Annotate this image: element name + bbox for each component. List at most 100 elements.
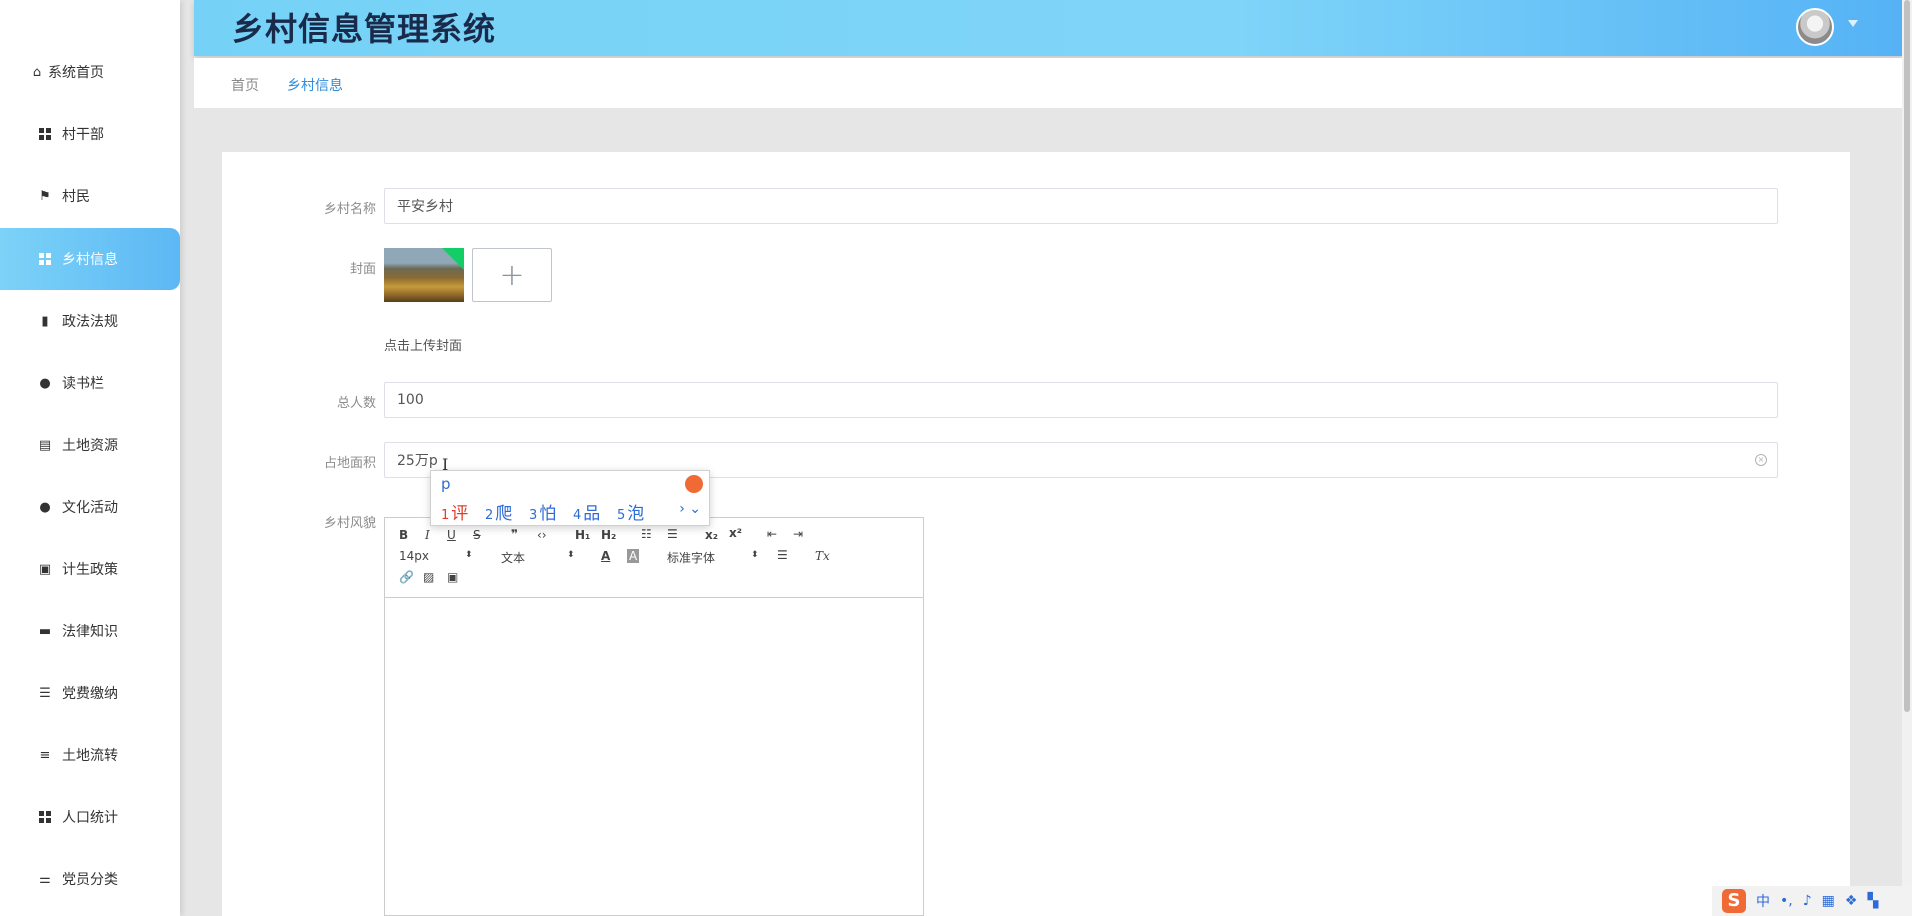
ime-candidate[interactable]: 1评 (441, 499, 468, 524)
sidebar-item-label: 法律知识 (62, 624, 118, 640)
grid-icon (38, 810, 52, 824)
rich-text-editor[interactable]: B I U S ❞ ‹› H₁ H₂ ☷ ☰ x₂ x² ⇤ ⇥ 14px ⬍ … (384, 517, 924, 916)
sidebar-item-regulations[interactable]: ▮ 政法法规 (0, 290, 180, 352)
paragraph-select[interactable]: 文本 ⬍ (501, 549, 577, 566)
village-name-input[interactable]: 平安乡村 (384, 188, 1778, 224)
sidebar-item-cadres[interactable]: 村干部 (0, 103, 180, 165)
subscript-icon[interactable]: x₂ (705, 528, 718, 542)
sidebar-item-village-info[interactable]: 乡村信息 (0, 228, 180, 290)
sidebar-item-party-members[interactable]: ⚌ 党员分类 (0, 848, 180, 910)
clear-icon[interactable]: × (1755, 454, 1767, 466)
ime-input-text: p (441, 475, 451, 493)
bar-chart-icon: ▮ (41, 313, 49, 329)
sidebar-item-culture[interactable]: ● 文化活动 (0, 476, 180, 538)
ime-candidate[interactable]: 3怕 (529, 499, 556, 524)
menu-icon: ≡ (39, 747, 51, 763)
home-icon: ⌂ (32, 64, 42, 80)
form-card: 乡村名称 平安乡村 封面 + 点击上传封面 总人数 100 占地面积 25万p … (222, 152, 1850, 916)
sidebar-item-villagers[interactable]: ⚑ 村民 (0, 165, 180, 227)
sidebar: ⌂ 系统首页 村干部 ⚑ 村民 乡村信息 ▮ 政法法规 ● 读书栏 ▤ 土地资源… (0, 0, 180, 916)
font-size-value: 14px (399, 549, 429, 563)
select-arrows-icon: ⬍ (751, 550, 759, 560)
sogou-logo-icon[interactable]: S (1722, 889, 1746, 913)
sidebar-item-label: 土地流转 (62, 748, 118, 764)
heading1-icon[interactable]: H₁ (575, 528, 590, 542)
bullet-list-icon[interactable]: ☰ (667, 527, 678, 541)
name-label: 乡村名称 (323, 202, 376, 217)
indent-icon[interactable]: ⇥ (793, 527, 803, 541)
sidebar-item-home[interactable]: ⌂ 系统首页 (0, 41, 180, 103)
chevron-down-icon[interactable] (1848, 20, 1858, 27)
population-value: 100 (397, 392, 424, 408)
align-icon[interactable]: ☰ (777, 548, 788, 562)
sidebar-item-family-planning[interactable]: ▣ 计生政策 (0, 538, 180, 600)
blockquote-icon[interactable]: ❞ (511, 527, 518, 541)
sidebar-item-party-fees[interactable]: ☰ 党费缴纳 (0, 662, 180, 724)
ime-candidate[interactable]: 5泡 (617, 499, 644, 524)
sidebar-item-label: 土地资源 (62, 438, 118, 454)
underline-icon[interactable]: U (447, 528, 456, 542)
check-corner-icon (442, 248, 464, 270)
location-pin-icon: ● (39, 499, 51, 515)
population-label: 总人数 (336, 396, 376, 411)
skin-icon[interactable]: ❖ (1845, 893, 1858, 909)
area-value: 25万p (397, 453, 438, 469)
line-chart-icon: ▣ (38, 561, 52, 577)
toolbox-icon[interactable]: ▚ (1867, 893, 1878, 909)
sidebar-item-label: 系统首页 (48, 65, 104, 81)
upload-button[interactable]: + (472, 248, 552, 302)
ordered-list-icon[interactable]: ☷ (641, 527, 652, 541)
page-scrollbar[interactable] (1902, 0, 1912, 916)
sidebar-item-reading[interactable]: ● 读书栏 (0, 352, 180, 414)
sidebar-item-population[interactable]: 人口统计 (0, 786, 180, 848)
clear-format-icon[interactable]: Tx (815, 549, 830, 563)
sidebar-item-land-transfer[interactable]: ≡ 土地流转 (0, 724, 180, 786)
keyboard-icon[interactable]: ▦ (1822, 893, 1835, 909)
sliders-icon: ⚌ (39, 871, 51, 887)
grid-icon (38, 252, 52, 266)
sidebar-item-land-resources[interactable]: ▤ 土地资源 (0, 414, 180, 476)
bold-icon[interactable]: B (399, 528, 408, 542)
image-icon[interactable]: ▨ (423, 570, 434, 584)
strikethrough-icon[interactable]: S (473, 528, 481, 542)
ime-candidate[interactable]: 4品 (573, 499, 600, 524)
sidebar-item-label: 文化活动 (62, 500, 118, 516)
font-family-select[interactable]: 标准字体 ⬍ (667, 549, 761, 566)
editor-toolbar: B I U S ❞ ‹› H₁ H₂ ☷ ☰ x₂ x² ⇤ ⇥ 14px ⬍ … (385, 518, 923, 598)
sidebar-item-label: 计生政策 (62, 562, 118, 578)
video-icon[interactable]: ▣ (447, 570, 458, 584)
sidebar-item-label: 乡村信息 (62, 252, 118, 268)
avatar[interactable] (1796, 8, 1834, 46)
outdent-icon[interactable]: ⇤ (767, 527, 777, 541)
sidebar-item-label: 党员分类 (62, 872, 118, 888)
area-label: 占地面积 (323, 456, 376, 471)
link-icon[interactable]: 🔗 (399, 570, 414, 584)
background-color-icon[interactable]: A (627, 549, 640, 563)
ime-candidate[interactable]: 2爬 (485, 499, 512, 524)
population-input[interactable]: 100 (384, 382, 1778, 418)
flag-icon: ⚑ (39, 188, 51, 204)
clipboard-icon: ▤ (38, 437, 52, 453)
italic-icon[interactable]: I (425, 528, 430, 542)
superscript-icon[interactable]: x² (729, 526, 742, 540)
sidebar-item-label: 读书栏 (62, 376, 104, 392)
language-toggle[interactable]: 中 (1756, 891, 1770, 911)
breadcrumb-current: 乡村信息 (287, 78, 343, 94)
list-icon: ☰ (39, 685, 51, 701)
cover-image[interactable] (384, 248, 464, 302)
heading2-icon[interactable]: H₂ (601, 528, 616, 542)
font-size-select[interactable]: 14px ⬍ (399, 549, 475, 563)
font-color-icon[interactable]: A (601, 549, 610, 563)
scrollbar-thumb[interactable] (1904, 0, 1910, 712)
font-family-value: 标准字体 (667, 551, 716, 565)
ime-next-page-icon[interactable]: › ⌄ (679, 501, 701, 517)
select-arrows-icon: ⬍ (465, 550, 473, 560)
breadcrumb-home[interactable]: 首页 (231, 75, 259, 95)
plus-icon: + (499, 257, 525, 293)
punctuation-toggle[interactable]: •, (1780, 893, 1793, 909)
microphone-icon[interactable]: ♪ (1803, 893, 1812, 909)
breadcrumb: 首页 乡村信息 (194, 58, 1904, 108)
code-icon[interactable]: ‹› (537, 528, 547, 542)
sidebar-item-label: 人口统计 (62, 810, 118, 826)
sidebar-item-legal[interactable]: ▬ 法律知识 (0, 600, 180, 662)
